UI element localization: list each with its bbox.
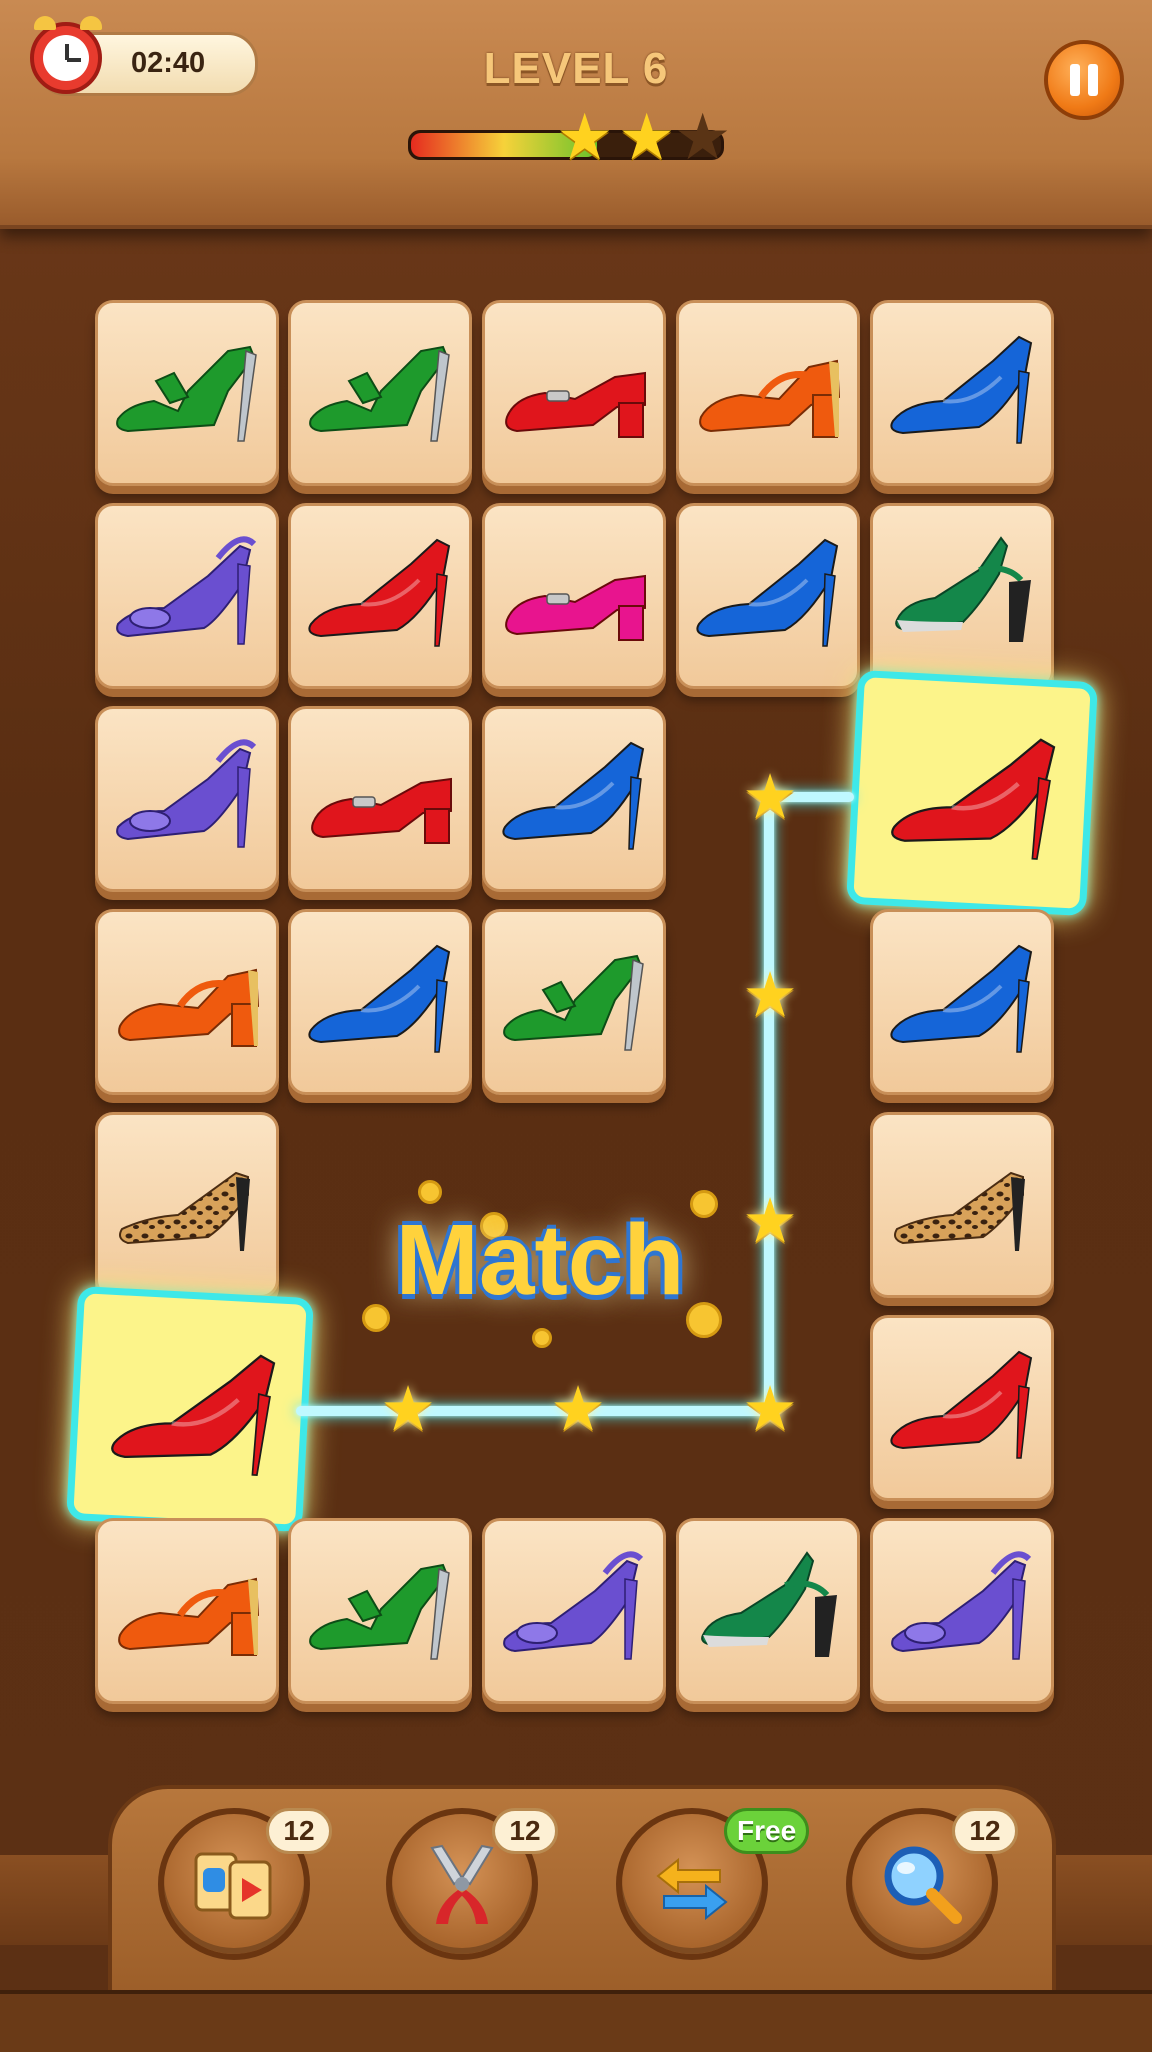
tile-blue-stiletto[interactable] bbox=[870, 300, 1054, 486]
tile-green-strappy-heel[interactable] bbox=[288, 300, 472, 486]
tile-red-stiletto[interactable] bbox=[66, 1285, 314, 1533]
tile-leopard-pump[interactable] bbox=[870, 1112, 1054, 1298]
tile-green-slingback[interactable] bbox=[676, 1518, 860, 1704]
magnifier-icon bbox=[884, 1846, 962, 1924]
coin-sparkle bbox=[532, 1328, 552, 1348]
booster-badge: 12 bbox=[492, 1808, 558, 1854]
tile-blue-stiletto[interactable] bbox=[288, 909, 472, 1095]
tile-orange-mary-jane[interactable] bbox=[676, 300, 860, 486]
tile-purple-ankle-strap[interactable] bbox=[870, 1518, 1054, 1704]
shelf-floor bbox=[0, 1990, 1152, 2052]
pause-button[interactable] bbox=[1044, 40, 1124, 120]
match-path-segment bbox=[764, 792, 774, 1414]
match-path-segment bbox=[296, 1406, 772, 1416]
booster-badge: 12 bbox=[952, 1808, 1018, 1854]
tile-red-stiletto[interactable] bbox=[846, 669, 1098, 917]
tile-pink-block-pump[interactable] bbox=[482, 503, 666, 689]
path-star-icon: ★ bbox=[742, 1375, 798, 1444]
tile-red-stiletto[interactable] bbox=[870, 1315, 1054, 1501]
cards-icon bbox=[194, 1852, 272, 1920]
tile-red-stiletto[interactable] bbox=[288, 503, 472, 689]
path-star-icon: ★ bbox=[742, 1187, 798, 1256]
path-star-icon: ★ bbox=[742, 763, 798, 832]
tile-blue-stiletto[interactable] bbox=[676, 503, 860, 689]
shuffle-arrows-icon bbox=[656, 1857, 728, 1921]
progress-star-3-icon: ★ bbox=[674, 101, 732, 173]
booster-badge: Free bbox=[724, 1808, 810, 1854]
path-star-icon: ★ bbox=[742, 961, 798, 1030]
tile-green-strappy-heel[interactable] bbox=[482, 909, 666, 1095]
path-star-icon: ★ bbox=[550, 1375, 606, 1444]
pause-icon bbox=[1070, 64, 1080, 96]
tile-blue-stiletto[interactable] bbox=[870, 909, 1054, 1095]
tile-leopard-pump[interactable] bbox=[95, 1112, 279, 1298]
pliers-icon bbox=[430, 1844, 494, 1924]
path-star-icon: ★ bbox=[380, 1375, 436, 1444]
tile-orange-mary-jane[interactable] bbox=[95, 1518, 279, 1704]
tile-red-block-pump[interactable] bbox=[482, 300, 666, 486]
tile-blue-stiletto[interactable] bbox=[482, 706, 666, 892]
level-title: LEVEL 6 bbox=[483, 44, 669, 93]
tile-purple-ankle-strap[interactable] bbox=[95, 706, 279, 892]
tile-red-block-pump[interactable] bbox=[288, 706, 472, 892]
tile-purple-ankle-strap[interactable] bbox=[482, 1518, 666, 1704]
tile-green-strappy-heel[interactable] bbox=[288, 1518, 472, 1704]
tile-green-slingback[interactable] bbox=[870, 503, 1054, 689]
tile-green-strappy-heel[interactable] bbox=[95, 300, 279, 486]
tile-orange-mary-jane[interactable] bbox=[95, 909, 279, 1095]
booster-badge: 12 bbox=[266, 1808, 332, 1854]
progress-star-2-icon: ★ bbox=[618, 101, 676, 173]
progress-star-1-icon: ★ bbox=[556, 101, 614, 173]
tile-purple-ankle-strap[interactable] bbox=[95, 503, 279, 689]
match-banner: Match bbox=[395, 1204, 685, 1316]
